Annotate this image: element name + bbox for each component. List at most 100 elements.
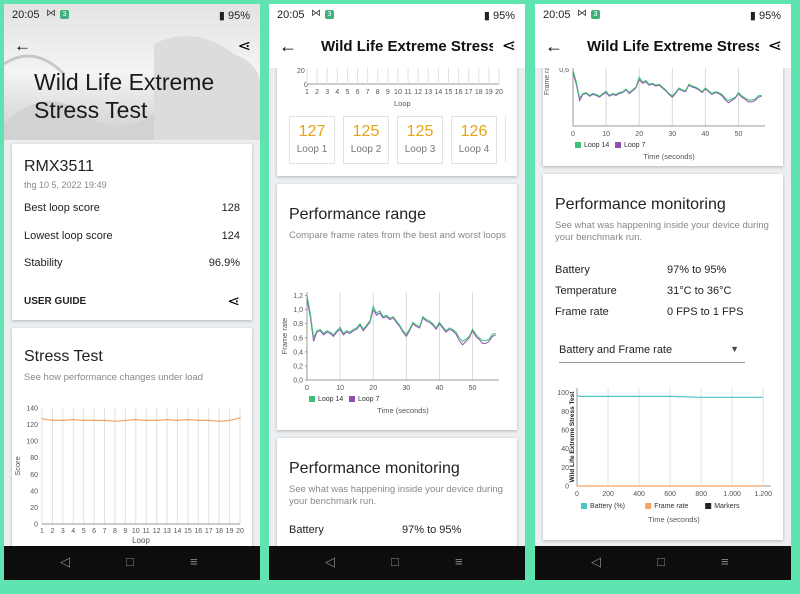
performance-range-title: Performance range — [289, 206, 426, 223]
x-tick-label: 2 — [315, 89, 319, 96]
y-tick-label: 80 — [30, 455, 38, 462]
x-tick-label: 50 — [735, 131, 743, 138]
hero-title-line1: Wild Life Extreme — [34, 69, 215, 95]
x-tick-label: 0 — [575, 491, 579, 498]
x-tick-label: 10 — [602, 131, 610, 138]
legend-label: Markers — [714, 503, 740, 510]
nav-menu-icon[interactable]: ≡ — [455, 554, 463, 569]
x-tick-label: 1.200 — [754, 491, 772, 498]
svg-text:20: 20 — [297, 68, 305, 75]
share-icon[interactable]: ⋖ — [502, 36, 516, 56]
user-guide-link[interactable]: USER GUIDE — [24, 296, 86, 307]
nav-home-icon[interactable]: □ — [391, 554, 399, 569]
loop-tile[interactable]: 126 Loop 4 — [451, 116, 497, 164]
x-tick-label: 14 — [174, 528, 182, 535]
y-tick-label: 120 — [26, 422, 38, 429]
nav-home-icon[interactable]: □ — [126, 554, 134, 569]
data-point — [62, 419, 64, 422]
data-point — [228, 419, 231, 422]
data-point — [218, 420, 220, 423]
data-point — [155, 419, 158, 422]
status-time: 20:05 — [543, 9, 571, 21]
back-arrow-icon[interactable]: ← — [14, 36, 31, 56]
hero-title: Wild Life Extreme Stress Test — [34, 68, 214, 124]
cast-icon: ⋈ — [577, 8, 587, 19]
y-axis-label: Frame rate — [280, 318, 289, 355]
x-axis-label: Loop — [132, 536, 150, 545]
loop-label: Loop 1 — [296, 144, 328, 155]
x-tick-label: 20 — [495, 89, 503, 96]
legend-swatch — [645, 503, 652, 509]
performance-range-chart: 0,0 0,2 0,4 0,6 0,8 1,0 1,2 Frame rate 0 10 20 30 40… — [280, 292, 499, 415]
y-tick-label: 40 — [561, 446, 569, 453]
stat-value: 96.9% — [208, 257, 240, 269]
performance-monitoring-title: Performance monitoring — [289, 460, 460, 477]
y-tick-label: 140 — [26, 406, 38, 413]
data-point — [124, 419, 127, 422]
x-tick-label: 5 — [82, 528, 86, 535]
system-nav-bar: ◁ □ ≡ — [269, 546, 525, 580]
legend-swatch — [349, 396, 355, 402]
nav-back-icon[interactable]: ◁ — [60, 554, 70, 570]
x-tick-label: 40 — [436, 385, 444, 392]
y-tick-label: 60 — [30, 472, 38, 479]
chart-type-dropdown[interactable]: Battery and Frame rate ▼ — [559, 338, 745, 363]
data-point — [103, 419, 106, 422]
back-arrow-icon[interactable]: ← — [545, 36, 563, 57]
x-tick-label: 30 — [668, 131, 676, 138]
svg-text:Loop: Loop — [394, 99, 411, 108]
x-tick-label: 600 — [664, 491, 676, 498]
x-tick-label: 18 — [215, 528, 223, 535]
loop-tile[interactable]: 125 Loop 2 — [343, 116, 389, 164]
nav-menu-icon[interactable]: ≡ — [190, 554, 198, 569]
performance-range-card-tail: Frame rate 0,6 0 10 20 30 40 50 Loop 14 Loop 7 Tim… — [543, 60, 783, 166]
x-tick-label: 16 — [194, 528, 202, 535]
y-tick-label: 0,2 — [293, 363, 303, 370]
share-icon[interactable]: ⋖ — [227, 292, 240, 310]
nav-back-icon[interactable]: ◁ — [325, 554, 335, 570]
stat-best-loop: Best loop score 128 — [24, 202, 250, 214]
notification-badge: 3 — [60, 10, 69, 19]
x-tick-label: 14 — [434, 89, 442, 96]
battery-percent: 95% — [758, 10, 781, 22]
performance-monitoring-subtitle: See what was happening inside your devic… — [289, 484, 503, 507]
y-tick-label: 1,2 — [293, 293, 303, 300]
notification-badge: 3 — [591, 10, 600, 19]
data-point — [72, 418, 75, 421]
monitor-value: 0 FPS to 1 FPS — [667, 306, 744, 318]
monitor-row-frame-rate: Frame rate 0 FPS to 1 FPS — [555, 306, 781, 318]
x-tick-label: 20 — [369, 385, 377, 392]
x-tick-label: 2 — [50, 528, 54, 535]
x-tick-label: 18 — [475, 89, 483, 96]
share-icon[interactable]: ⋖ — [768, 36, 782, 56]
loop-tile[interactable]: 127 Loop 1 — [289, 116, 335, 164]
stat-value: 124 — [221, 230, 240, 242]
x-axis-label: Time (seconds) — [648, 515, 700, 524]
stress-test-subtitle: See how performance changes under load — [24, 372, 204, 383]
nav-home-icon[interactable]: □ — [657, 554, 665, 569]
nav-back-icon[interactable]: ◁ — [591, 554, 601, 570]
nav-menu-icon[interactable]: ≡ — [721, 554, 729, 569]
x-tick-label: 20 — [635, 131, 643, 138]
x-tick-label: 7 — [103, 528, 107, 535]
x-tick-label: 10 — [336, 385, 344, 392]
x-tick-label: 6 — [356, 89, 360, 96]
back-arrow-icon[interactable]: ← — [279, 36, 297, 57]
loop-tile-partial[interactable] — [505, 116, 518, 162]
x-tick-label: 17 — [465, 89, 473, 96]
battery-icon: ▮ — [483, 10, 490, 22]
x-tick-label: 3 — [325, 89, 329, 96]
data-point — [166, 418, 168, 421]
data-point — [82, 419, 85, 422]
legend-swatch — [705, 503, 712, 509]
share-icon[interactable]: ⋖ — [238, 36, 251, 56]
chevron-down-icon: ▼ — [730, 344, 739, 354]
x-tick-label: 7 — [366, 89, 370, 96]
y-tick-label: 0,0 — [293, 378, 303, 385]
loop-score: 126 — [460, 123, 488, 140]
monitor-row-battery: Battery 97% to 95% — [289, 524, 515, 536]
x-tick-label: 16 — [455, 89, 463, 96]
x-tick-label: 40 — [702, 131, 710, 138]
loop-tile[interactable]: 125 Loop 3 — [397, 116, 443, 164]
stat-value: 128 — [221, 202, 240, 214]
